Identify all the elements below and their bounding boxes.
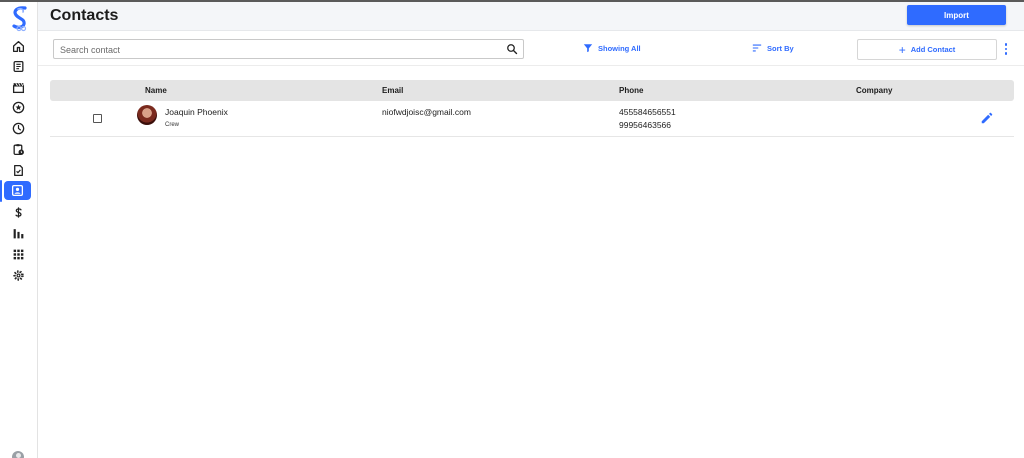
bar-chart-icon <box>13 228 23 238</box>
checklist-icon <box>13 164 23 176</box>
sidebar-item-schedule[interactable] <box>5 140 31 158</box>
column-header-phone[interactable]: Phone <box>619 86 643 95</box>
sidebar <box>0 2 38 458</box>
import-button[interactable]: Import <box>907 5 1006 25</box>
column-header-name[interactable]: Name <box>145 86 167 95</box>
search-field <box>53 39 524 59</box>
contact-name[interactable]: Joaquin Phoenix <box>165 107 228 117</box>
sidebar-item-tasks[interactable] <box>5 161 31 179</box>
edit-pencil-icon[interactable] <box>980 111 994 125</box>
contact-phone-secondary: 99956463566 <box>619 120 672 130</box>
filter-label: Showing All <box>598 43 641 53</box>
sidebar-item-time[interactable] <box>5 119 31 137</box>
sidebar-item-home[interactable] <box>5 37 31 55</box>
search-input[interactable] <box>60 43 490 56</box>
filter-icon <box>583 44 593 53</box>
toolbar-divider <box>38 65 1024 66</box>
contact-email: niofwdjoisc@gmail.com <box>382 107 471 117</box>
contacts-icon <box>11 184 24 197</box>
plus-icon: + <box>898 42 906 57</box>
sidebar-item-contacts[interactable] <box>4 181 31 200</box>
document-icon <box>13 60 23 72</box>
sort-label: Sort By <box>767 43 794 53</box>
clock-icon <box>12 122 24 134</box>
more-options-icon[interactable] <box>1003 43 1009 57</box>
column-header-email[interactable]: Email <box>382 86 403 95</box>
sidebar-item-finance[interactable] <box>5 203 31 221</box>
row-select-checkbox[interactable] <box>93 114 102 123</box>
add-contact-label: Add Contact <box>910 45 956 54</box>
user-profile-avatar[interactable] <box>12 451 24 458</box>
sidebar-item-documents[interactable] <box>5 57 31 75</box>
clipboard-clock-icon <box>13 143 24 155</box>
contact-phone-primary: 455584656551 <box>619 107 676 117</box>
add-contact-button[interactable]: + Add Contact <box>857 39 997 60</box>
clapperboard-icon <box>12 82 24 93</box>
star-badge-icon <box>12 101 24 113</box>
contact-role: Crew <box>165 122 180 128</box>
home-icon <box>12 40 24 52</box>
contact-avatar <box>137 105 157 125</box>
sidebar-item-apps[interactable] <box>5 245 31 263</box>
column-header-company[interactable]: Company <box>856 86 892 95</box>
sort-button[interactable]: Sort By <box>752 41 794 55</box>
app-logo-icon[interactable] <box>9 6 31 32</box>
sidebar-item-reports[interactable] <box>5 224 31 242</box>
page-title: Contacts <box>50 7 119 24</box>
apps-grid-icon <box>13 249 23 259</box>
sidebar-item-settings[interactable] <box>5 266 31 284</box>
page-header: Contacts Import <box>38 2 1024 31</box>
app-root: Contacts Import Showing All Sort By + Ad… <box>0 0 1024 458</box>
table-header: Name Email Phone Company <box>50 80 1014 101</box>
dollar-icon <box>14 206 22 218</box>
filter-button[interactable]: Showing All <box>583 41 641 55</box>
search-icon[interactable] <box>506 43 518 55</box>
sidebar-active-marker <box>0 180 2 202</box>
table-row[interactable]: Joaquin Phoenix Crew niofwdjoisc@gmail.c… <box>50 101 1014 137</box>
sort-icon <box>752 44 762 52</box>
settings-gear-icon <box>12 269 24 281</box>
sidebar-item-featured[interactable] <box>5 98 31 116</box>
sidebar-item-productions[interactable] <box>5 78 31 96</box>
